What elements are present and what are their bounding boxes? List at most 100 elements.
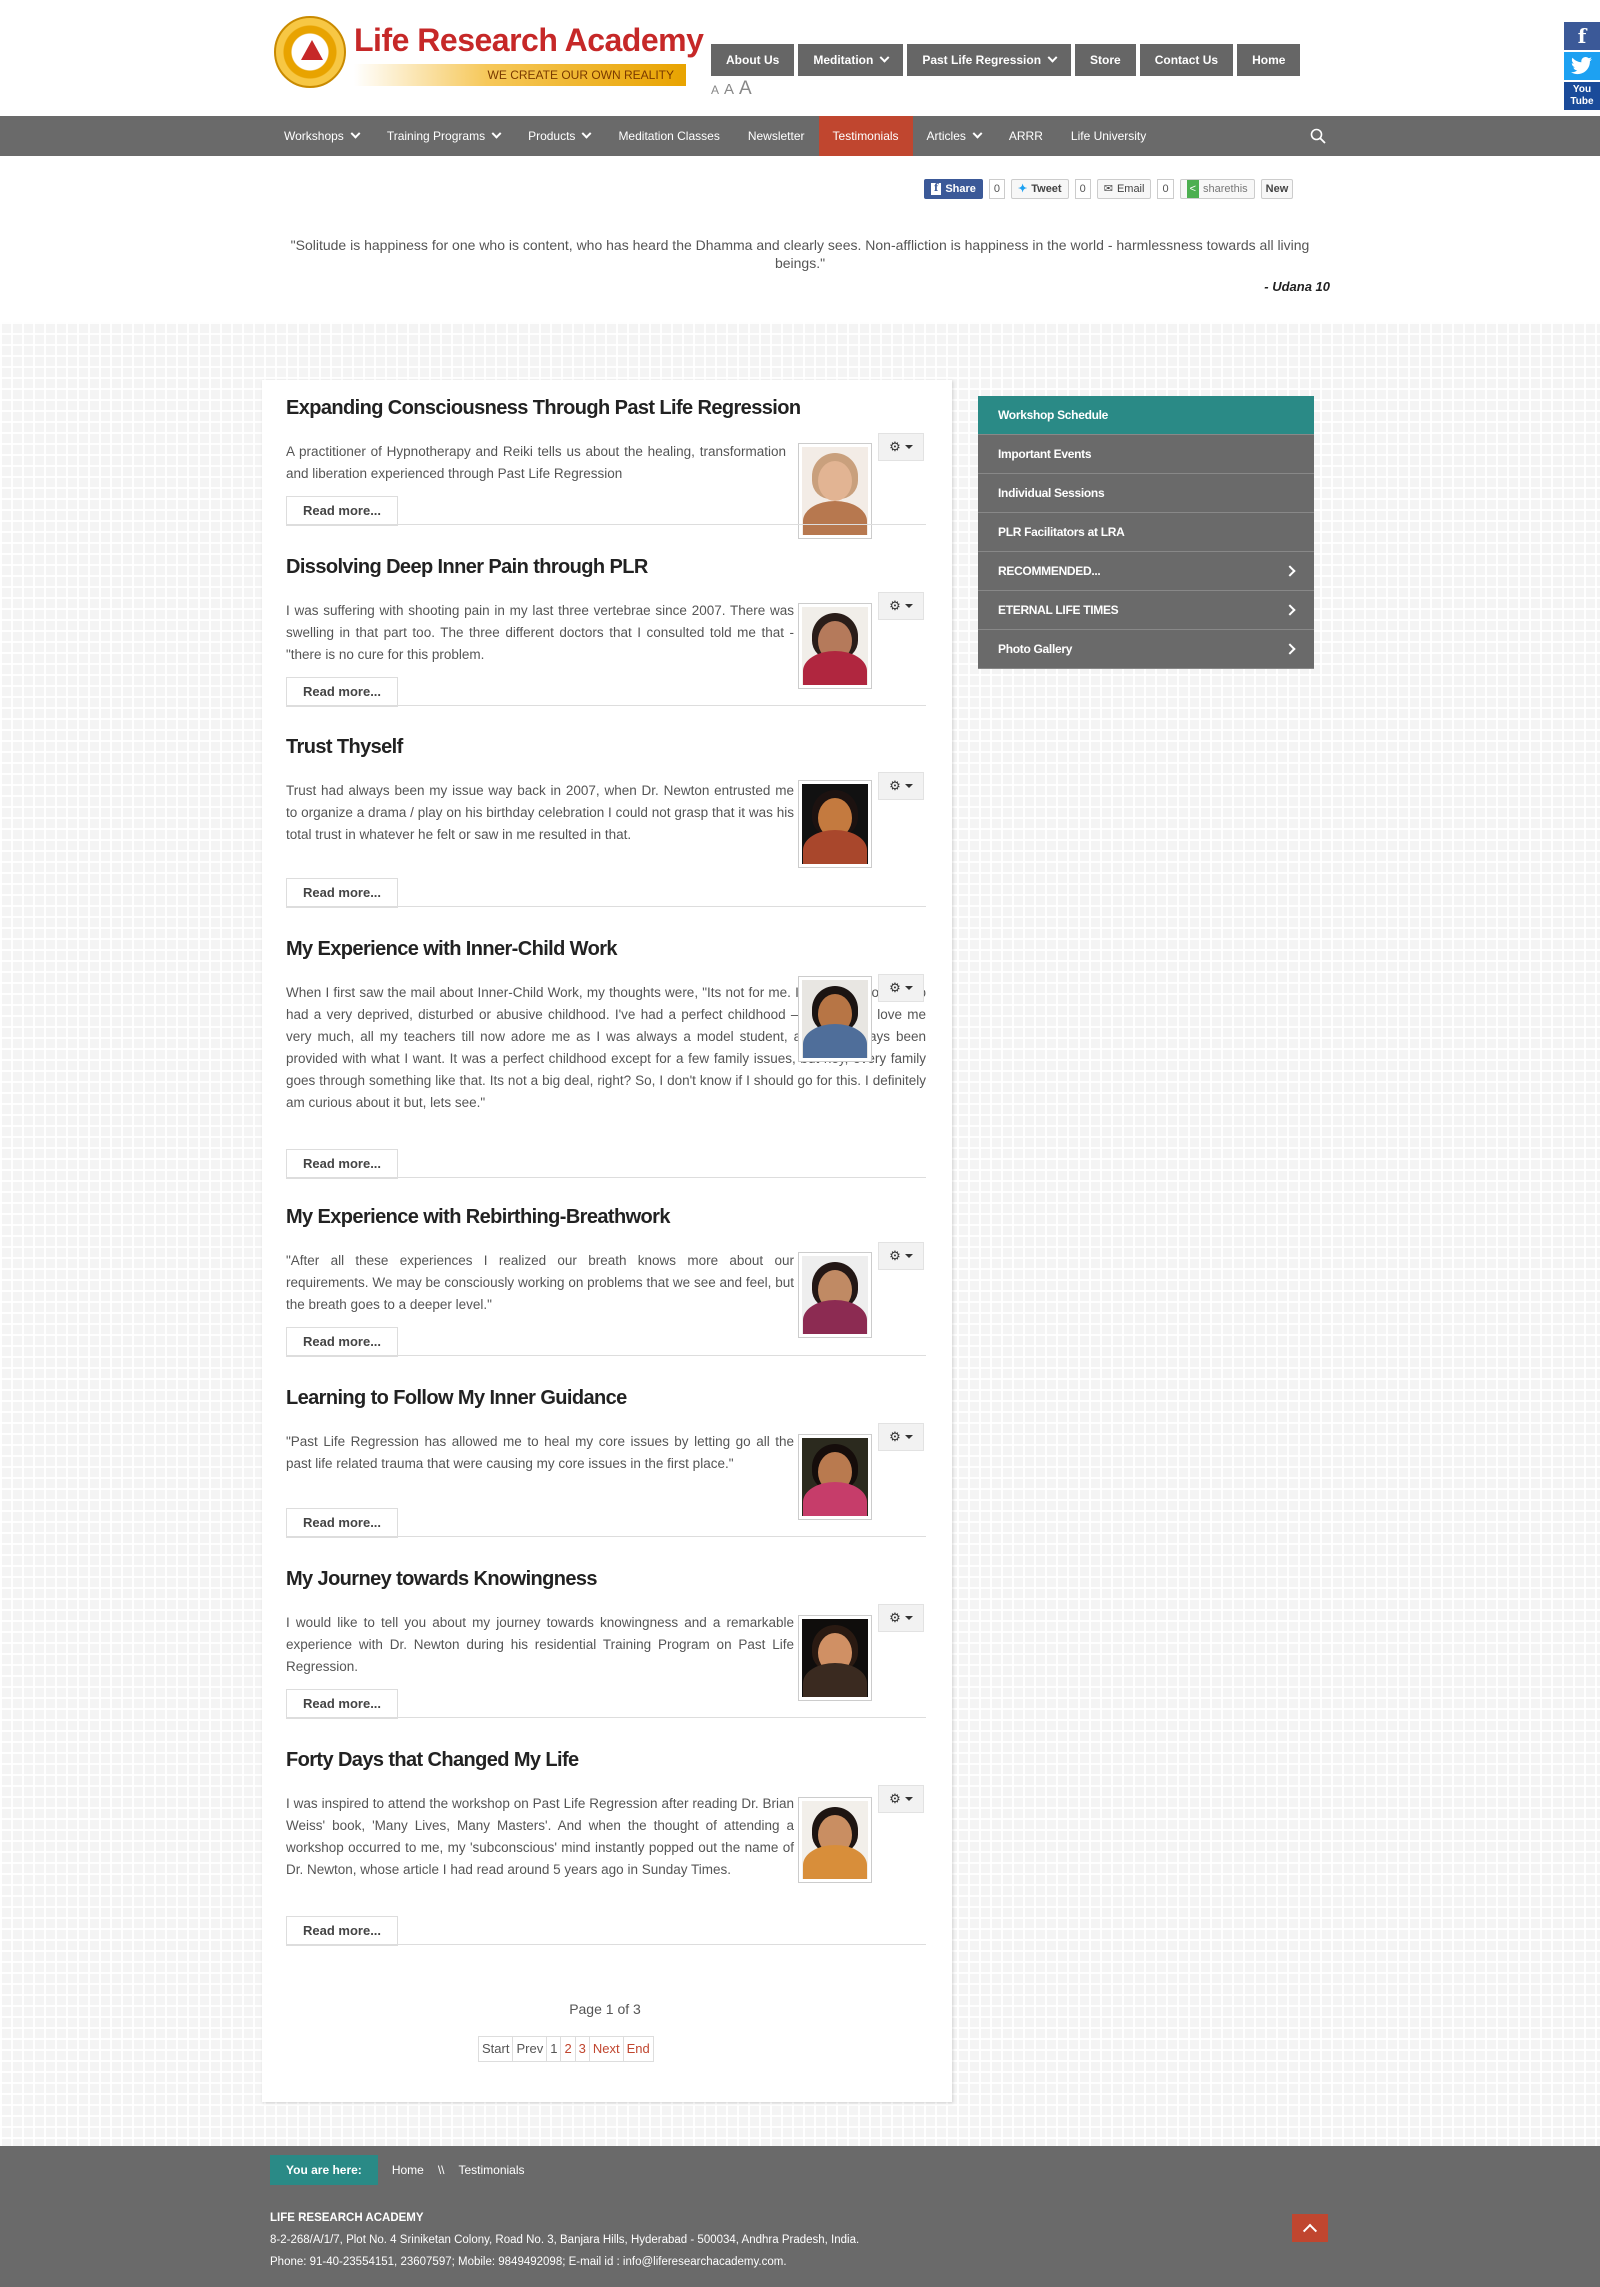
sidebar-item-label: PLR Facilitators at LRA bbox=[998, 525, 1125, 539]
article-thumbnail[interactable] bbox=[798, 780, 872, 868]
sidebar-item-important-events[interactable]: Important Events bbox=[978, 435, 1314, 474]
nav-training-programs[interactable]: Training Programs bbox=[373, 116, 514, 156]
article-thumbnail[interactable] bbox=[798, 1252, 872, 1338]
article-summary: Trust had always been my issue way back … bbox=[286, 783, 794, 842]
site-logo[interactable]: Life Research Academy WE CREATE OUR OWN … bbox=[274, 16, 704, 92]
sidebar-item-eternal-life-times[interactable]: ETERNAL LIFE TIMES bbox=[978, 591, 1314, 630]
read-more-button[interactable]: Read more... bbox=[286, 677, 399, 707]
pagination-page-2[interactable]: 2 bbox=[561, 2037, 576, 2061]
nav-products[interactable]: Products bbox=[514, 116, 604, 156]
youtube-icon[interactable]: You Tube bbox=[1564, 82, 1600, 110]
facebook-icon: f bbox=[931, 183, 942, 195]
article-thumbnail[interactable] bbox=[798, 976, 872, 1062]
topnav-contact-us[interactable]: Contact Us bbox=[1139, 44, 1234, 76]
gear-icon: ⚙ bbox=[889, 980, 901, 995]
read-more-button[interactable]: Read more... bbox=[286, 1508, 399, 1538]
new-button[interactable]: New bbox=[1260, 179, 1294, 199]
tweet-button[interactable]: ✦ Tweet bbox=[1011, 179, 1069, 199]
nav-newsletter[interactable]: Newsletter bbox=[734, 116, 819, 156]
article-title[interactable]: My Experience with Inner-Child Work bbox=[286, 938, 926, 961]
article-options-button[interactable]: ⚙ bbox=[878, 1242, 924, 1270]
footer-contact-line: Phone: 91-40-23554151, 23607597; Mobile:… bbox=[270, 2256, 787, 2268]
email-share-button[interactable]: ✉ Email bbox=[1096, 179, 1152, 199]
sidebar-item-individual-sessions[interactable]: Individual Sessions bbox=[978, 474, 1314, 513]
nav-arrr[interactable]: ARRR bbox=[995, 116, 1057, 156]
envelope-icon: ✉ bbox=[1103, 183, 1113, 195]
read-more-button[interactable]: Read more... bbox=[286, 878, 399, 908]
article-options-button[interactable]: ⚙ bbox=[878, 592, 924, 620]
article-options-button[interactable]: ⚙ bbox=[878, 1604, 924, 1632]
article-item: Trust Thyself Trust had always been my i… bbox=[286, 736, 926, 908]
nav-label: Newsletter bbox=[747, 129, 805, 143]
main-nav-items: Workshops Training Programs Products Med… bbox=[270, 116, 1160, 156]
pagination-page-1: 1 bbox=[547, 2037, 562, 2061]
topnav-past-life-regression[interactable]: Past Life Regression bbox=[907, 44, 1072, 76]
read-more-button[interactable]: Read more... bbox=[286, 1149, 399, 1179]
article-title[interactable]: Forty Days that Changed My Life bbox=[286, 1749, 926, 1772]
sidebar-item-photo-gallery[interactable]: Photo Gallery bbox=[978, 630, 1314, 669]
article-divider bbox=[286, 1717, 926, 1718]
sharethis-button[interactable]: < sharethis bbox=[1179, 179, 1255, 199]
topnav-home[interactable]: Home bbox=[1237, 44, 1301, 76]
article-options-button[interactable]: ⚙ bbox=[878, 974, 924, 1002]
pagination-prev[interactable]: Prev bbox=[513, 2037, 548, 2061]
sidebar-item-recommended[interactable]: RECOMMENDED... bbox=[978, 552, 1314, 591]
nav-label: Life University bbox=[1070, 129, 1147, 143]
nav-articles[interactable]: Articles bbox=[913, 116, 995, 156]
nav-life-university[interactable]: Life University bbox=[1057, 116, 1160, 156]
tweet-label: Tweet bbox=[1031, 183, 1062, 195]
topnav-label: Store bbox=[1090, 53, 1121, 67]
back-to-top-button[interactable] bbox=[1292, 2214, 1328, 2242]
email-label: Email bbox=[1116, 183, 1145, 195]
caret-down-icon bbox=[904, 986, 913, 990]
read-more-button[interactable]: Read more... bbox=[286, 1916, 399, 1946]
font-size-medium-button[interactable]: A bbox=[724, 81, 734, 98]
font-size-small-button[interactable]: A bbox=[711, 83, 719, 97]
pagination-next[interactable]: Next bbox=[590, 2037, 624, 2061]
pagination-start[interactable]: Start bbox=[479, 2037, 514, 2061]
article-title[interactable]: My Experience with Rebirthing-Breathwork bbox=[286, 1206, 926, 1229]
facebook-share-button[interactable]: f Share bbox=[924, 179, 983, 199]
article-title[interactable]: Dissolving Deep Inner Pain through PLR bbox=[286, 556, 926, 579]
article-thumbnail[interactable] bbox=[798, 1615, 872, 1701]
article-options-button[interactable]: ⚙ bbox=[878, 772, 924, 800]
pagination-end[interactable]: End bbox=[624, 2037, 653, 2061]
article-divider bbox=[286, 1355, 926, 1356]
article-options-button[interactable]: ⚙ bbox=[878, 1785, 924, 1813]
read-more-button[interactable]: Read more... bbox=[286, 1689, 399, 1719]
article-thumbnail[interactable] bbox=[798, 1434, 872, 1520]
nav-label: ARRR bbox=[1008, 129, 1043, 143]
breadcrumb-home[interactable]: Home bbox=[392, 2163, 424, 2177]
nav-workshops[interactable]: Workshops bbox=[270, 116, 373, 156]
read-more-button[interactable]: Read more... bbox=[286, 1327, 399, 1357]
article-thumbnail[interactable] bbox=[798, 603, 872, 689]
sidebar-item-plr-facilitators[interactable]: PLR Facilitators at LRA bbox=[978, 513, 1314, 552]
pagination-page-3[interactable]: 3 bbox=[576, 2037, 590, 2061]
article-options-button[interactable]: ⚙ bbox=[878, 1423, 924, 1451]
caret-down-icon bbox=[904, 784, 913, 788]
sidebar-item-workshop-schedule[interactable]: Workshop Schedule bbox=[978, 396, 1314, 435]
nav-meditation-classes[interactable]: Meditation Classes bbox=[604, 116, 733, 156]
topnav-meditation[interactable]: Meditation bbox=[798, 44, 904, 76]
facebook-icon[interactable]: f bbox=[1564, 22, 1600, 50]
chevron-right-icon bbox=[1284, 565, 1296, 577]
page-counter: Page 1 of 3 bbox=[569, 2001, 641, 2017]
article-thumbnail[interactable] bbox=[798, 1797, 872, 1883]
article-divider bbox=[286, 705, 926, 706]
article-title[interactable]: Expanding Consciousness Through Past Lif… bbox=[286, 397, 926, 420]
article-title[interactable]: My Journey towards Knowingness bbox=[286, 1568, 926, 1591]
topnav-about-us[interactable]: About Us bbox=[711, 44, 795, 76]
search-icon[interactable] bbox=[1310, 128, 1326, 144]
nav-testimonials[interactable]: Testimonials bbox=[818, 116, 913, 156]
topnav-store[interactable]: Store bbox=[1075, 44, 1136, 76]
article-item: Dissolving Deep Inner Pain through PLR I… bbox=[286, 556, 926, 707]
share-bar: f Share 0 ✦ Tweet 0 ✉ Email 0 < sharethis Ne… bbox=[924, 179, 1294, 199]
sidebar-item-label: Individual Sessions bbox=[998, 486, 1105, 500]
article-title[interactable]: Trust Thyself bbox=[286, 736, 926, 759]
topnav-label: About Us bbox=[726, 53, 780, 67]
twitter-icon[interactable] bbox=[1564, 52, 1600, 80]
article-options-button[interactable]: ⚙ bbox=[878, 433, 924, 461]
font-size-large-button[interactable]: A bbox=[739, 78, 752, 100]
read-more-button[interactable]: Read more... bbox=[286, 496, 399, 526]
article-title[interactable]: Learning to Follow My Inner Guidance bbox=[286, 1387, 926, 1410]
